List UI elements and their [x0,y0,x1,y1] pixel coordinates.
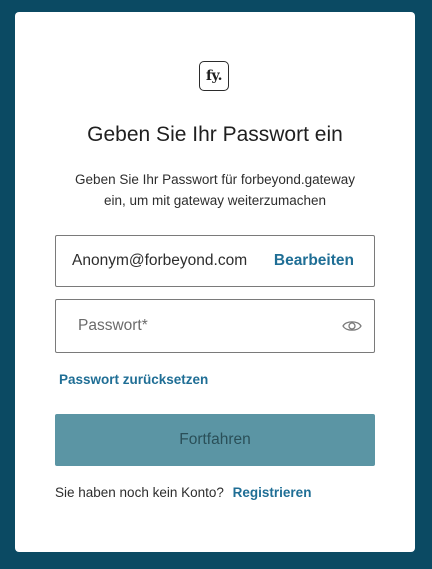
continue-button[interactable]: Fortfahren [55,414,375,466]
eye-icon[interactable] [342,316,362,336]
subtitle-line-2: ein, um mit gateway weiterzumachen [103,193,327,208]
edit-email-link[interactable]: Bearbeiten [274,252,354,270]
logo-text: fy. [206,68,222,84]
email-value: Anonym@forbeyond.com [72,252,248,269]
email-display: Anonym@forbeyond.com Bearbeiten [55,235,375,287]
signup-prompt: Sie haben noch kein Konto? [55,485,224,500]
brand-logo: fy. [199,61,229,91]
signup-row: Sie haben noch kein Konto? Registrieren [55,485,311,500]
password-input[interactable] [78,317,342,335]
password-field-container [55,299,375,353]
login-card: fy. Geben Sie Ihr Passwort ein Geben Sie… [15,12,415,552]
reset-password-link[interactable]: Passwort zurücksetzen [59,372,208,387]
register-link[interactable]: Registrieren [233,485,312,500]
page-subtitle: Geben Sie Ihr Passwort für forbeyond.gat… [55,169,375,211]
page-title: Geben Sie Ihr Passwort ein [87,123,343,146]
subtitle-line-1: Geben Sie Ihr Passwort für forbeyond.gat… [75,172,355,187]
